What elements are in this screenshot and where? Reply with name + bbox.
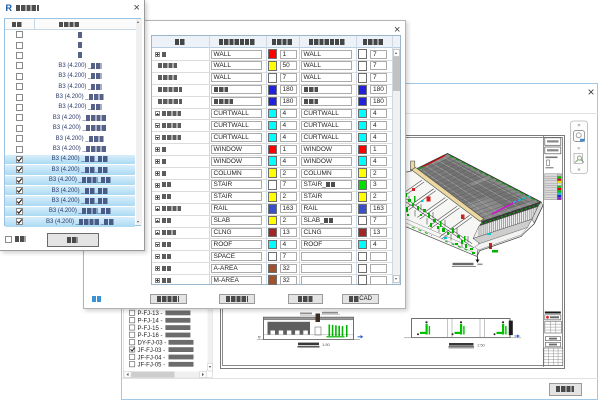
svg-text:P-FJ-13 -: P-FJ-13 - bbox=[138, 311, 163, 317]
svg-text:JF-FJ-04 -: JF-FJ-04 - bbox=[138, 355, 166, 361]
svg-text:P-FJ-14 -: P-FJ-14 - bbox=[138, 319, 163, 325]
svg-text:P-FJ-16 -: P-FJ-16 - bbox=[138, 333, 163, 339]
svg-text:1:50: 1:50 bbox=[477, 343, 486, 348]
svg-text:JF-FJ-05 -: JF-FJ-05 - bbox=[138, 363, 166, 369]
svg-text:DY-FJ-03 -: DY-FJ-03 - bbox=[138, 341, 167, 347]
svg-text:P-FJ-15 -: P-FJ-15 - bbox=[138, 326, 163, 332]
svg-text:1:50: 1:50 bbox=[322, 342, 331, 347]
svg-text:JF-FJ-03 -: JF-FJ-03 - bbox=[138, 348, 166, 354]
